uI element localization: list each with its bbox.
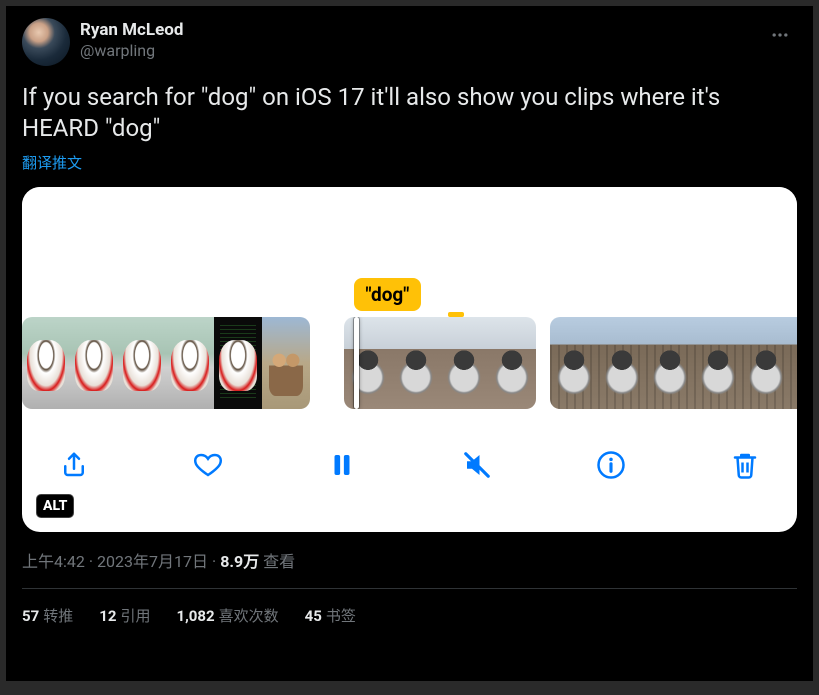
clip-thumb: [392, 317, 440, 409]
clip-thumb: [214, 317, 262, 409]
clip-thumb: [598, 317, 646, 409]
clip-thumb: [440, 317, 488, 409]
tweet-text: If you search for "dog" on iOS 17 it'll …: [22, 82, 797, 144]
likes-stat[interactable]: 1,082喜欢次数: [176, 605, 278, 626]
meta-line: 上午4:42·2023年7月17日·8.9万 查看: [22, 548, 797, 572]
media-card[interactable]: "dog": [22, 187, 797, 532]
info-icon[interactable]: [593, 447, 629, 483]
clip-thumb: [22, 317, 70, 409]
more-icon[interactable]: [763, 18, 797, 52]
author-block[interactable]: Ryan McLeod @warpling: [80, 18, 183, 61]
search-highlight-tag: "dog": [354, 278, 422, 311]
display-name: Ryan McLeod: [80, 20, 183, 41]
share-icon[interactable]: [56, 447, 92, 483]
tweet-date[interactable]: 2023年7月17日: [97, 552, 208, 571]
clip-thumb: [550, 317, 598, 409]
alt-badge[interactable]: ALT: [36, 494, 74, 518]
views-count: 8.9万: [220, 552, 259, 571]
clip-group[interactable]: [550, 317, 797, 409]
tweet-container: Ryan McLeod @warpling If you search for …: [6, 6, 813, 681]
translate-link[interactable]: 翻译推文: [22, 152, 82, 173]
media-toolbar: [22, 409, 797, 499]
handle: @warpling: [80, 41, 183, 61]
clip-thumb: [166, 317, 214, 409]
clip-group-active[interactable]: [344, 317, 536, 409]
clip-thumb: [344, 317, 392, 409]
clip-thumb: [262, 317, 310, 409]
clip-thumb: [70, 317, 118, 409]
tweet-header: Ryan McLeod @warpling: [22, 18, 797, 66]
clip-thumb: [790, 317, 797, 409]
views-label: 查看: [263, 552, 295, 571]
clip-thumb: [118, 317, 166, 409]
clip-thumb: [742, 317, 790, 409]
bookmarks-stat[interactable]: 45书签: [305, 605, 356, 626]
heart-icon[interactable]: [190, 447, 226, 483]
clip-thumb: [646, 317, 694, 409]
clip-thumb: [488, 317, 536, 409]
clip-thumb: [694, 317, 742, 409]
avatar[interactable]: [22, 18, 70, 66]
quotes-stat[interactable]: 12引用: [99, 605, 150, 626]
scrubber-handle[interactable]: [354, 317, 359, 409]
mute-icon[interactable]: [459, 447, 495, 483]
media-top-area: "dog": [22, 187, 797, 317]
pause-icon[interactable]: [324, 447, 360, 483]
clip-group[interactable]: [22, 317, 310, 409]
retweets-stat[interactable]: 57转推: [22, 605, 73, 626]
stats-row: 57转推 12引用 1,082喜欢次数 45书签: [22, 589, 797, 642]
video-timeline[interactable]: [22, 317, 797, 409]
trash-icon[interactable]: [727, 447, 763, 483]
tweet-time[interactable]: 上午4:42: [22, 552, 85, 571]
